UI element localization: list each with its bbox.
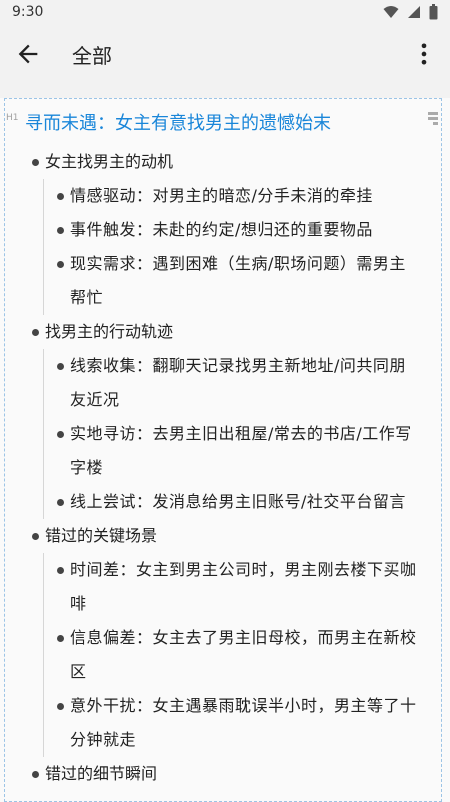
outline-section-title[interactable]: 找男主的行动轨迹: [5, 315, 441, 349]
drag-handle-icon[interactable]: [425, 109, 441, 127]
outline-item[interactable]: 事件触发：未赴的约定/想归还的重要物品: [44, 213, 441, 247]
outline-item[interactable]: 实地寻访：去男主旧出租屋/常去的书店/工作写字楼: [44, 417, 441, 485]
outline-subitems: 时间差：女主到男主公司时，男主刚去楼下买咖啡 信息偏差：女主去了男主旧母校，而男…: [43, 553, 441, 757]
outline-item[interactable]: 线上尝试：发消息给男主旧账号/社交平台留言: [44, 485, 441, 519]
outline-subitems: 线索收集：翻聊天记录找男主新地址/问共同朋友近况 实地寻访：去男主旧出租屋/常去…: [43, 349, 441, 519]
heading-level-tag: H1: [6, 113, 19, 123]
battery-icon: [429, 4, 438, 20]
app-bar-spacer: [0, 82, 450, 98]
outline-item[interactable]: 线索收集：翻聊天记录找男主新地址/问共同朋友近况: [44, 349, 441, 417]
outline-section-title[interactable]: 错过的细节瞬间: [5, 757, 441, 791]
outline-item[interactable]: 意外干扰：女主遇暴雨耽误半小时，男主等了十分钟就走: [44, 689, 441, 757]
back-arrow-icon[interactable]: [14, 40, 42, 68]
outline-list: 女主找男主的动机 情感驱动：对男主的暗恋/分手未消的牵挂 事件触发：未赴的约定/…: [5, 145, 441, 791]
outline-section-title[interactable]: 错过的关键场景: [5, 519, 441, 553]
document-block[interactable]: H1 寻而未遇：女主有意找男主的遗憾始末 女主找男主的动机 情感驱动：对男主的暗…: [4, 98, 442, 802]
outline-item[interactable]: 信息偏差：女主去了男主旧母校，而男主在新校区: [44, 621, 441, 689]
app-bar: 全部: [0, 26, 450, 82]
outline-subitems: 情感驱动：对男主的暗恋/分手未消的牵挂 事件触发：未赴的约定/想归还的重要物品 …: [43, 179, 441, 315]
status-icons: [383, 4, 438, 20]
outline-item[interactable]: 情感驱动：对男主的暗恋/分手未消的牵挂: [44, 179, 441, 213]
outline-item[interactable]: 现实需求：遇到困难（生病/职场问题）需男主帮忙: [44, 247, 441, 315]
status-time: 9:30: [12, 4, 44, 20]
wifi-icon: [383, 6, 399, 18]
more-options-icon[interactable]: [410, 40, 438, 68]
outline-item[interactable]: 时间差：女主到男主公司时，男主刚去楼下买咖啡: [44, 553, 441, 621]
document-heading[interactable]: 寻而未遇：女主有意找男主的遗憾始末: [25, 109, 331, 135]
page-title: 全部: [72, 44, 112, 68]
signal-icon: [408, 6, 420, 18]
outline-section-title[interactable]: 女主找男主的动机: [5, 145, 441, 179]
status-bar: 9:30: [0, 0, 450, 26]
